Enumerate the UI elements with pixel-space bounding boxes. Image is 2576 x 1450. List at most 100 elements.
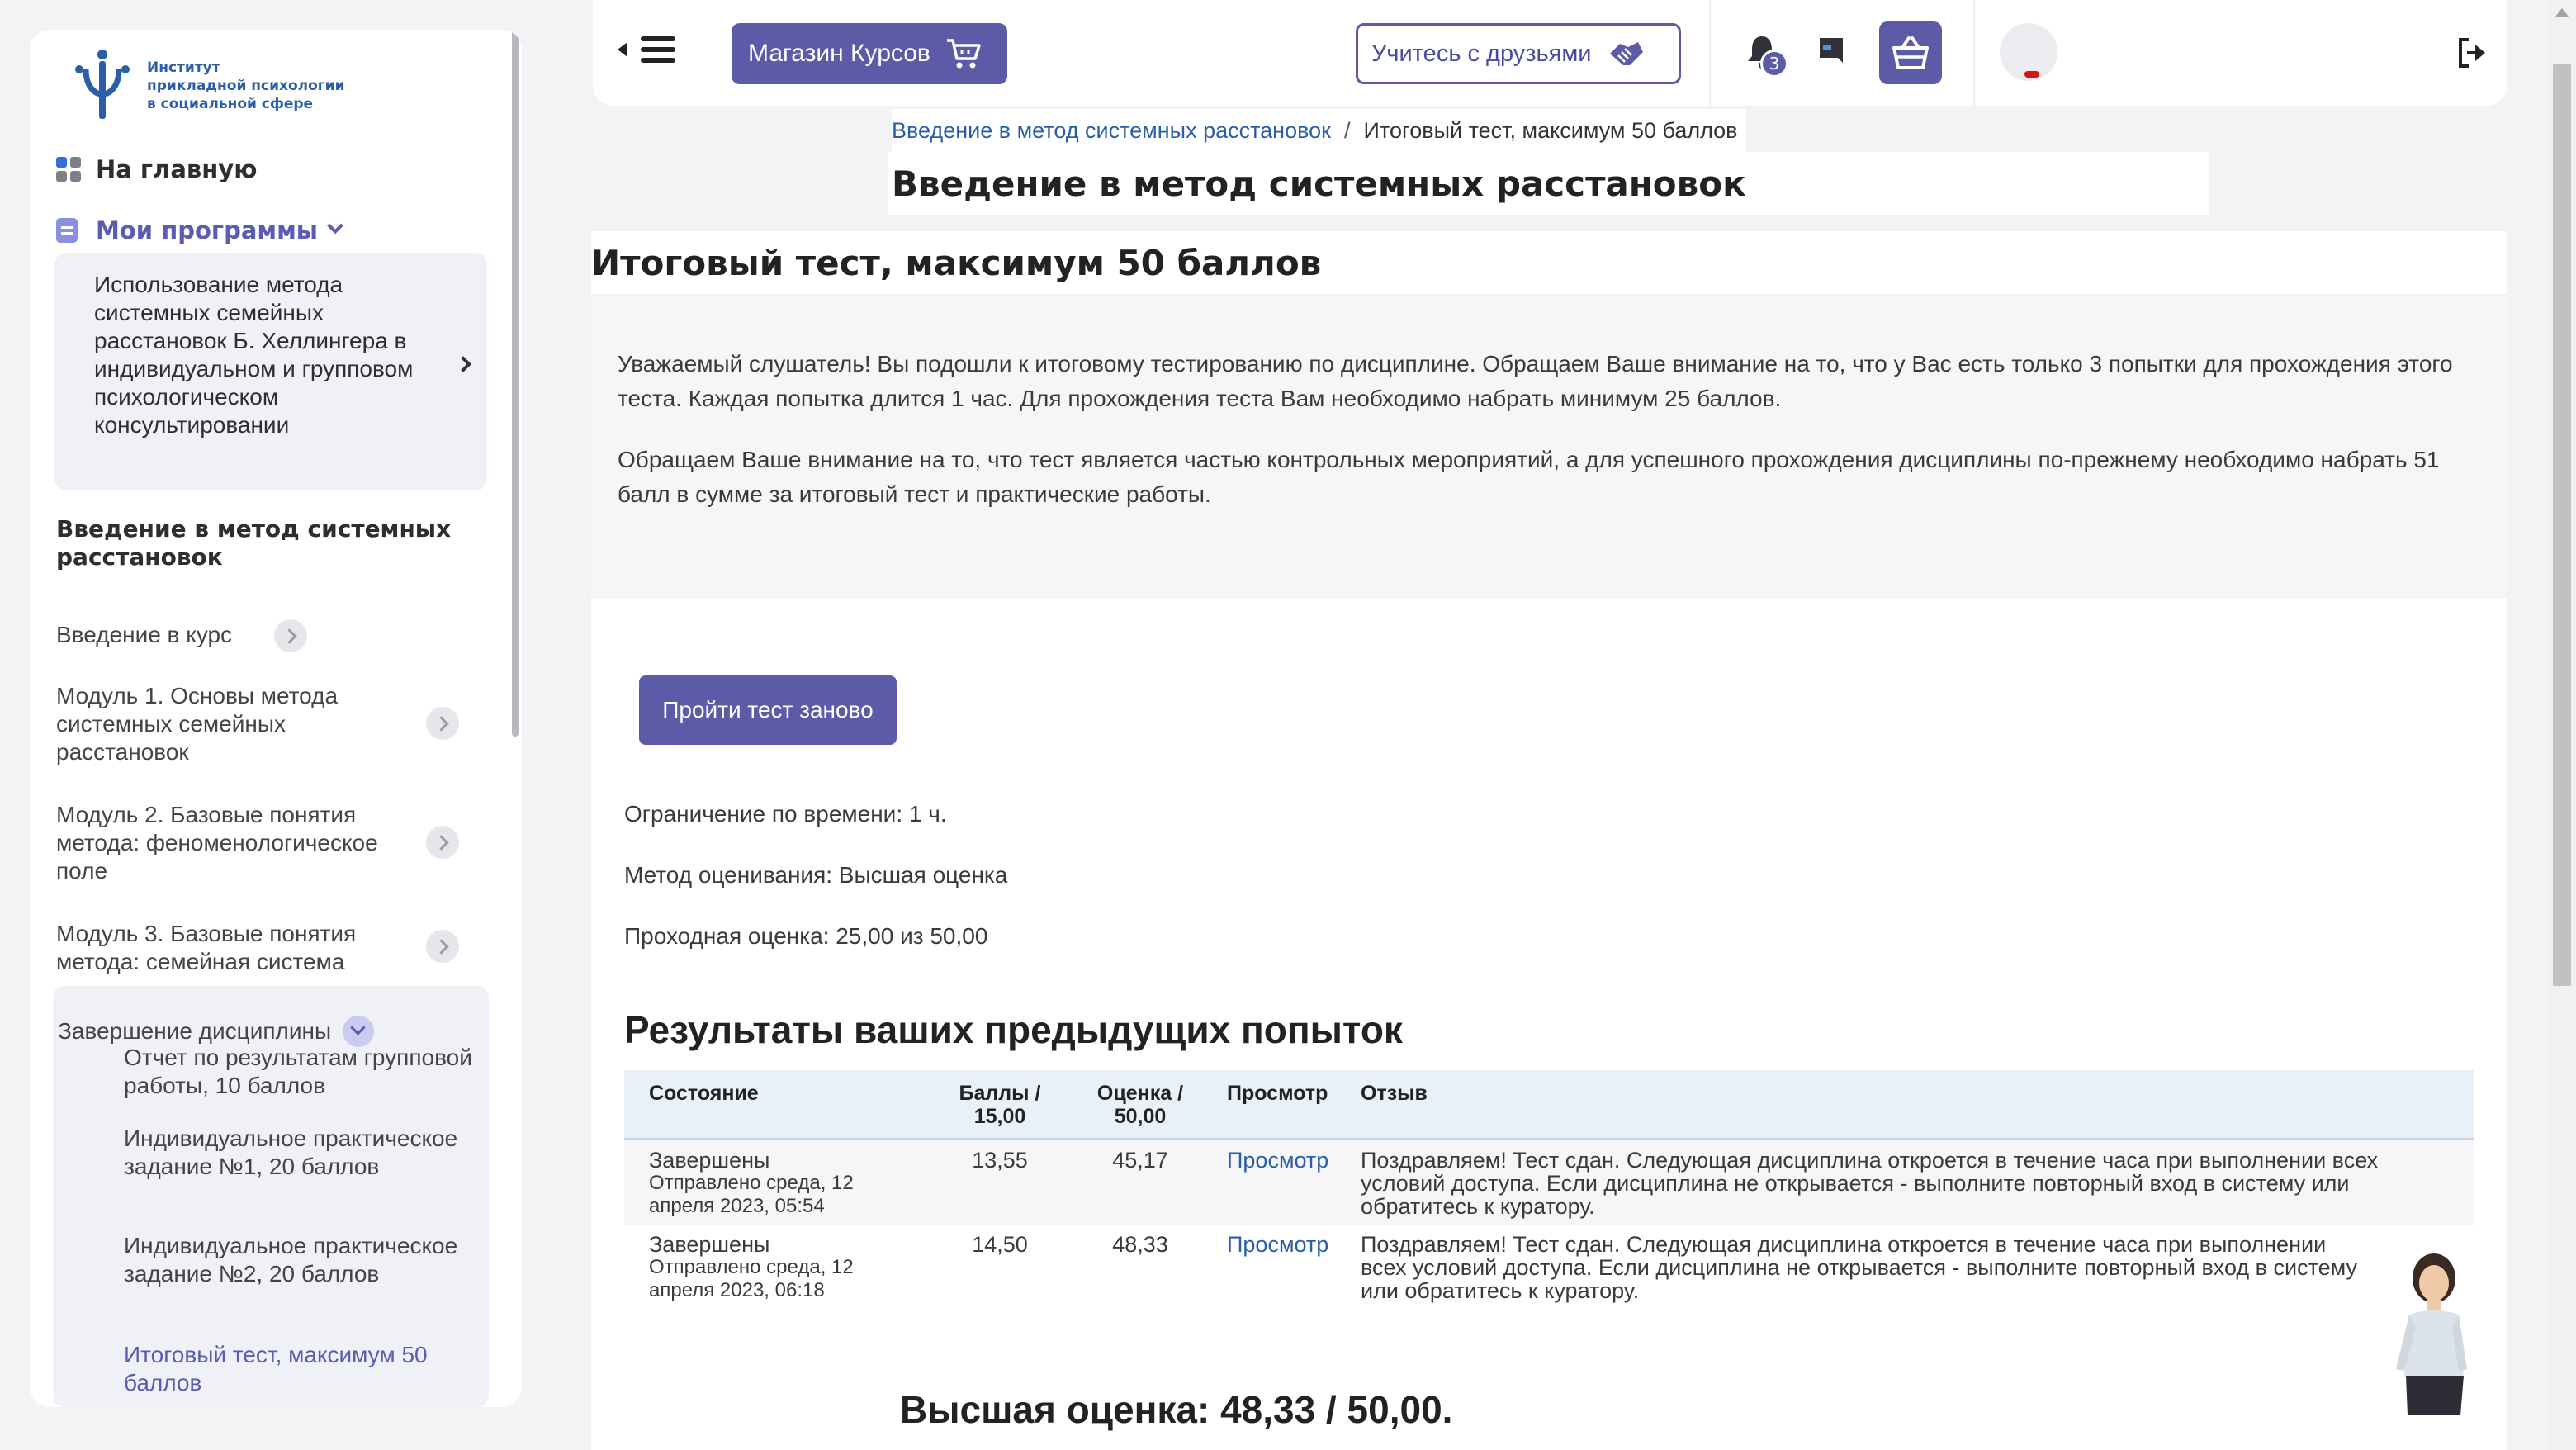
- notice-paragraph: Уважаемый слушатель! Вы подошли к итогов…: [618, 351, 2453, 411]
- user-avatar[interactable]: [2000, 23, 2057, 81]
- chevron-down-icon: [343, 1016, 375, 1047]
- breadcrumb-separator: /: [1343, 117, 1351, 143]
- institute-logo[interactable]: Институт прикладной психологии в социаль…: [61, 45, 345, 127]
- module-label: Модуль 2. Базовые понятия метода: феноме…: [56, 802, 378, 884]
- finish-item-report[interactable]: Отчет по результатам групповой работы, 1…: [124, 1044, 495, 1100]
- column-grade-line: Оценка /: [1096, 1082, 1184, 1105]
- module-label: Модуль 1. Основы метода системных семейн…: [56, 683, 339, 765]
- module-label: Введение в курс: [56, 622, 233, 647]
- logo-line: Институт: [147, 59, 220, 76]
- logo-line: прикладной психологии: [147, 78, 345, 94]
- attempt-submitted: Отправлено среда, 12 апреля 2023, 05:54: [649, 1172, 854, 1217]
- test-notice: Уважаемый слушатель! Вы подошли к итогов…: [591, 296, 2507, 596]
- sidebar-scrollbar[interactable]: [512, 30, 519, 737]
- module-intro[interactable]: Введение в курс: [56, 621, 469, 649]
- attempt-marks: 13,55: [930, 1139, 1070, 1225]
- course-heading: Введение в метод системных расстановок: [888, 152, 2209, 215]
- review-link[interactable]: Просмотр: [1227, 1148, 1328, 1173]
- attempt-state-cell: Завершены Отправлено среда, 12 апреля 20…: [624, 1225, 930, 1309]
- expand-icon[interactable]: [426, 826, 459, 859]
- attempt-marks: 14,50: [972, 1232, 1028, 1257]
- finish-item-task-2[interactable]: Индивидуальное практическое задание №2, …: [124, 1232, 495, 1288]
- column-feedback: Отзыв: [1361, 1070, 2474, 1140]
- scrollbar-thumb[interactable]: [2553, 64, 2571, 986]
- module-2[interactable]: Модуль 2. Базовые понятия метода: феноме…: [56, 801, 419, 885]
- table-row: Завершены Отправлено среда, 12 апреля 20…: [624, 1225, 2474, 1309]
- dashboard-icon: [56, 157, 81, 182]
- my-programs-label: Мои программы: [96, 216, 319, 244]
- top-header: Магазин Курсов Учитесь с друзьями 3: [593, 0, 2507, 106]
- results-heading: Результаты ваших предыдущих попыток: [624, 1008, 1403, 1051]
- attempt-feedback: Поздравляем! Тест сдан. Следующая дисцип…: [1361, 1139, 2474, 1225]
- review-link[interactable]: Просмотр: [1227, 1232, 1328, 1257]
- course-title[interactable]: Введение в метод системных расстановок: [56, 515, 485, 571]
- table-header-row: Состояние Баллы / 15,00 Оценка / 50,00 П…: [624, 1070, 2474, 1140]
- column-state: Состояние: [624, 1070, 930, 1140]
- column-grade: Оценка / 50,00: [1070, 1070, 1210, 1140]
- program-item-label: Использование метода системных семейных …: [94, 272, 414, 438]
- notifications-badge: 3: [1760, 50, 1788, 78]
- attempt-review-cell: Просмотр: [1210, 1225, 1361, 1309]
- messages-icon[interactable]: [1815, 35, 1848, 68]
- module-3[interactable]: Модуль 3. Базовые понятия метода: семейн…: [56, 920, 419, 976]
- attempt-submitted: Отправлено среда, 12 апреля 2023, 06:18: [649, 1256, 854, 1301]
- finish-item-task-1[interactable]: Индивидуальное практическое задание №1, …: [124, 1125, 495, 1181]
- column-marks-line: Баллы /: [959, 1082, 1041, 1105]
- time-limit-info: Ограничение по времени: 1 ч.: [624, 801, 947, 827]
- attempt-state-cell: Завершены Отправлено среда, 12 апреля 20…: [624, 1139, 930, 1225]
- course-shop-button[interactable]: Магазин Курсов: [732, 23, 1007, 84]
- notice-paragraph: Обращаем Ваше внимание на то, что тест я…: [618, 447, 2440, 507]
- expand-icon[interactable]: [426, 707, 459, 740]
- column-review: Просмотр: [1210, 1070, 1361, 1140]
- attempt-grade: 48,33: [1112, 1232, 1168, 1257]
- collapse-arrow-icon: [618, 42, 627, 57]
- column-marks-line: 15,00: [973, 1105, 1026, 1128]
- attempt-feedback: Поздравляем! Тест сдан. Следующая дисцип…: [1361, 1232, 2358, 1303]
- table-row: Завершены Отправлено среда, 12 апреля 20…: [624, 1139, 2474, 1225]
- chevron-down-icon: [327, 217, 343, 235]
- my-programs-toggle[interactable]: Мои программы: [56, 216, 343, 244]
- logout-icon[interactable]: [2455, 36, 2488, 69]
- home-link[interactable]: На главную: [56, 155, 257, 183]
- logo-line: в социальной сфере: [147, 96, 314, 112]
- expand-icon[interactable]: [274, 619, 307, 652]
- best-grade: Высшая оценка: 48,33 / 50,00.: [900, 1388, 1453, 1431]
- expand-icon[interactable]: [426, 930, 459, 963]
- breadcrumb-current: Итоговый тест, максимум 50 баллов: [1363, 117, 1738, 143]
- home-link-label: На главную: [96, 155, 258, 183]
- menu-toggle[interactable]: [618, 36, 675, 63]
- breadcrumb-course-link[interactable]: Введение в метод системных расстановок: [892, 118, 1331, 144]
- attempt-review-cell: Просмотр: [1210, 1139, 1361, 1225]
- assistant-avatar[interactable]: [2384, 1245, 2485, 1420]
- study-with-friends-button[interactable]: Учитесь с друзьями: [1356, 23, 1681, 84]
- program-item[interactable]: Использование метода системных семейных …: [54, 253, 487, 490]
- page-title: Итоговый тест, максимум 50 баллов: [591, 231, 2507, 294]
- logo-text: Институт прикладной психологии в социаль…: [147, 59, 345, 113]
- course-shop-label: Магазин Курсов: [748, 40, 930, 67]
- study-with-friends-label: Учитесь с друзьями: [1371, 40, 1592, 67]
- module-label: Модуль 3. Базовые понятия метода: семейн…: [56, 921, 357, 974]
- logo-mark-icon: [75, 50, 130, 119]
- sidebar: Институт прикладной психологии в социаль…: [30, 30, 522, 1407]
- breadcrumb: Введение в метод системных расстановок /…: [892, 109, 1746, 152]
- finish-section-label: Завершение дисциплины: [58, 1018, 332, 1044]
- basket-icon: [1892, 36, 1929, 69]
- attempt-state: Завершены: [649, 1232, 770, 1257]
- finish-item-final-test[interactable]: Итоговый тест, максимум 50 баллов: [124, 1341, 495, 1397]
- module-1[interactable]: Модуль 1. Основы метода системных семейн…: [56, 682, 419, 766]
- page-scrollbar[interactable]: [2548, 0, 2576, 1450]
- finish-section-toggle[interactable]: Завершение дисциплины: [58, 1016, 375, 1047]
- cart-icon: [946, 39, 981, 69]
- basket-button[interactable]: [1879, 21, 1942, 84]
- column-marks: Баллы / 15,00: [930, 1070, 1070, 1140]
- chevron-right-icon: [455, 356, 471, 372]
- retake-test-button[interactable]: Пройти тест заново: [639, 675, 897, 745]
- programs-icon: [56, 218, 78, 243]
- attempt-grade: 45,17: [1070, 1139, 1210, 1225]
- handshake-icon: [1609, 42, 1643, 65]
- passing-grade-info: Проходная оценка: 25,00 из 50,00: [624, 923, 988, 949]
- header-divider: [1973, 0, 1975, 106]
- scroll-up-icon[interactable]: [2555, 8, 2569, 17]
- header-divider: [1709, 0, 1711, 106]
- attempt-state: Завершены: [649, 1148, 770, 1173]
